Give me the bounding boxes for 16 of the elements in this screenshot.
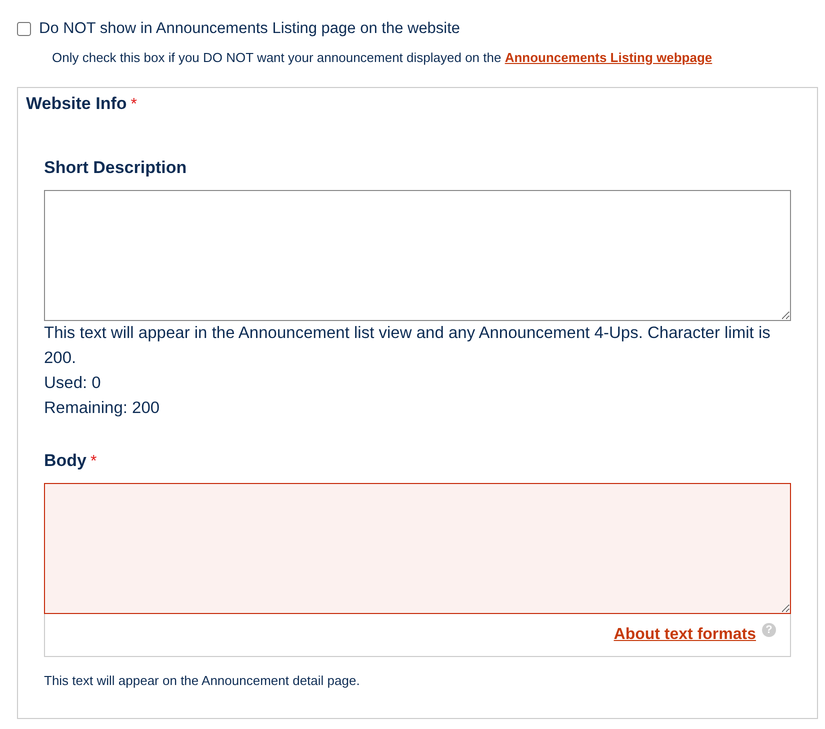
- checkbox[interactable]: [17, 22, 31, 36]
- field-label: Body: [44, 451, 86, 471]
- text-area[interactable]: [44, 190, 791, 321]
- text-formats-link[interactable]: About text formats: [614, 626, 756, 644]
- required-mark: *: [130, 96, 137, 114]
- text-area[interactable]: [44, 483, 791, 614]
- checkbox-label: Do NOT show in Announcements Listing page on the website: [39, 20, 460, 38]
- help-text: Used: 0: [44, 373, 102, 394]
- help-text: Remaining: 200: [44, 398, 161, 419]
- section-title: Website Info: [26, 94, 127, 114]
- required-mark: *: [90, 453, 97, 471]
- field-label: Short Description: [44, 158, 187, 178]
- hint-text: Only check this box if you DO NOT want your announcement displayed on the Announcements Listing webpage: [52, 50, 714, 65]
- listing-link[interactable]: Announcements Listing webpage: [504, 50, 712, 65]
- help-text: This text will appear in the Announcement list view and any Announcement 4-Ups. Character limit is 200.: [44, 323, 772, 369]
- field-description: This text will appear on the Announcement detail page.: [44, 673, 361, 688]
